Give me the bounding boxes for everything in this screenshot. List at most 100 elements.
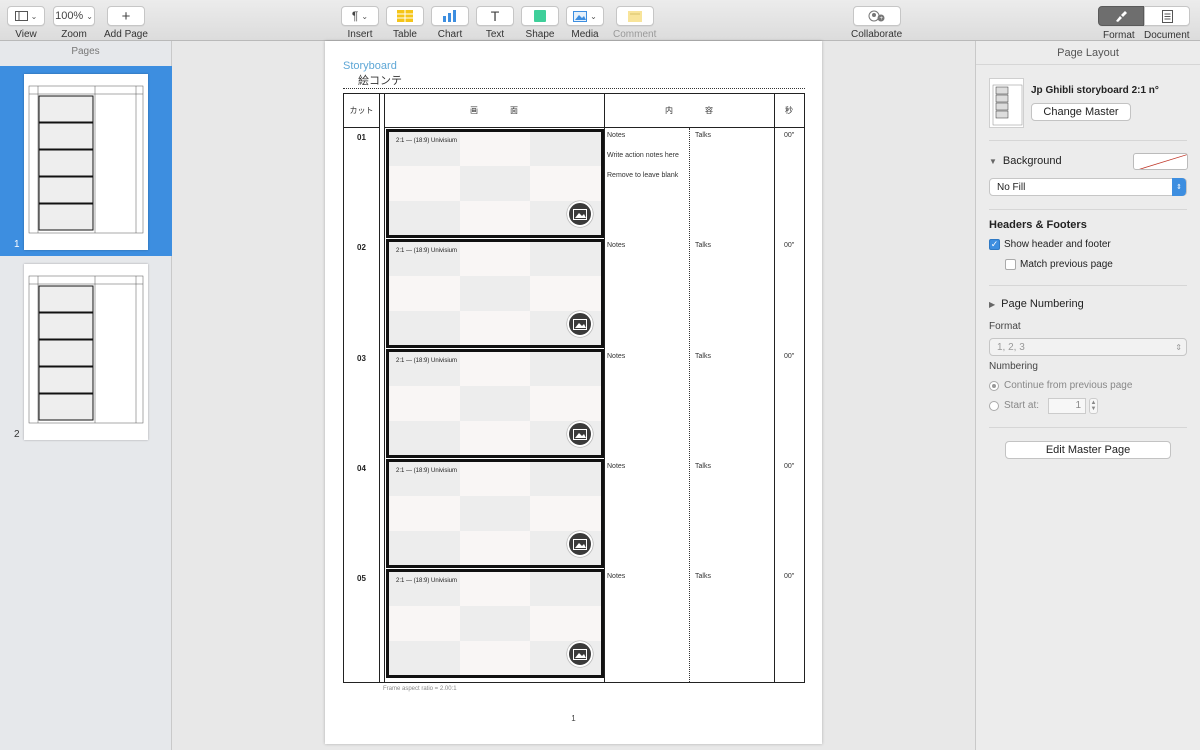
seconds-text[interactable]: 00″ xyxy=(784,463,794,470)
chart-control[interactable]: Chart xyxy=(431,6,469,40)
background-color-well[interactable] xyxy=(1133,153,1188,170)
collaborate-button[interactable]: + xyxy=(852,6,901,26)
disclosure-triangle-icon: ▼ xyxy=(989,156,997,166)
format-label: Format xyxy=(989,321,1021,332)
divider xyxy=(989,285,1187,286)
image-placeholder-icon[interactable] xyxy=(567,201,593,227)
number-format-value: 1, 2, 3 xyxy=(997,341,1025,353)
add-page-label: Add Page xyxy=(104,29,148,40)
start-at-input[interactable]: 1 xyxy=(1048,398,1086,414)
seconds-text[interactable]: 00″ xyxy=(784,132,794,139)
background-section[interactable]: ▼ Background xyxy=(989,155,1062,167)
talks-text[interactable]: Talks xyxy=(695,463,711,470)
add-page-button[interactable]: + xyxy=(106,6,145,26)
page-thumbnail-2[interactable]: 2 xyxy=(0,256,172,446)
select-arrows-icon: ⇕ xyxy=(1172,178,1186,196)
frame-placeholder[interactable]: 2:1 — (18:9) Univisium xyxy=(386,129,604,238)
background-fill-select[interactable]: No Fill ⇕ xyxy=(989,178,1187,196)
inspector-toggle xyxy=(1098,6,1190,26)
match-previous-checkbox[interactable]: Match previous page xyxy=(1005,259,1113,270)
toolbar: ⌄ View 100% ⌄ Zoom + Add Page ¶ ⌄ Insert T… xyxy=(0,0,1200,41)
chart-button[interactable] xyxy=(431,6,469,26)
zoom-select[interactable]: 100% ⌄ xyxy=(53,6,95,26)
frame-placeholder[interactable]: 2:1 — (18:9) Univisium xyxy=(386,349,604,458)
page-thumbnail-1[interactable]: 1 xyxy=(0,66,172,256)
page-numbering-section[interactable]: ▶ Page Numbering xyxy=(989,298,1084,310)
text-icon: T xyxy=(490,8,500,24)
add-page-control[interactable]: + Add Page xyxy=(104,6,148,40)
format-label: Format xyxy=(1103,30,1135,41)
notes-text[interactable]: Remove to leave blank xyxy=(607,172,678,179)
image-placeholder-icon[interactable] xyxy=(567,311,593,337)
zoom-label: Zoom xyxy=(61,29,87,40)
start-at-stepper[interactable]: ▲ ▼ xyxy=(1089,398,1098,414)
format-button[interactable] xyxy=(1098,6,1144,26)
comment-button[interactable] xyxy=(615,6,654,26)
storyboard-subtitle[interactable]: 絵コンテ xyxy=(358,72,402,88)
change-master-button[interactable]: Change Master xyxy=(1031,103,1131,121)
notes-text[interactable]: Notes xyxy=(607,353,625,360)
storyboard-table[interactable]: カット 画 面 内 容 秒 01 2:1 — (18:9) Univisium … xyxy=(343,93,805,683)
edit-master-page-button[interactable]: Edit Master Page xyxy=(1005,441,1171,459)
page-thumbnail-image xyxy=(24,74,148,250)
seconds-text[interactable]: 00″ xyxy=(784,353,794,360)
talks-text[interactable]: Talks xyxy=(695,132,711,139)
image-placeholder-icon[interactable] xyxy=(567,641,593,667)
shape-button[interactable] xyxy=(521,6,559,26)
seconds-text[interactable]: 00″ xyxy=(784,242,794,249)
cut-number: 04 xyxy=(357,464,366,473)
continue-radio[interactable]: Continue from previous page xyxy=(989,380,1132,391)
paragraph-icon: ¶ xyxy=(351,9,359,23)
frame-label: 2:1 — (18:9) Univisium xyxy=(396,358,458,364)
storyboard-title[interactable]: Storyboard xyxy=(343,60,397,72)
view-button[interactable]: ⌄ xyxy=(7,6,45,26)
cut-number: 05 xyxy=(357,574,366,583)
document-canvas: Storyboard 絵コンテ カット 画 面 内 容 秒 01 2:1 — (… xyxy=(173,41,975,750)
shape-control[interactable]: Shape xyxy=(521,6,559,40)
media-label: Media xyxy=(571,29,599,40)
media-control[interactable]: ⌄ Media xyxy=(566,6,604,40)
table-button[interactable] xyxy=(386,6,424,26)
notes-text[interactable]: Write action notes here xyxy=(607,152,679,159)
talks-text[interactable]: Talks xyxy=(695,353,711,360)
document-page[interactable]: Storyboard 絵コンテ カット 画 面 内 容 秒 01 2:1 — (… xyxy=(325,41,822,744)
frame-placeholder[interactable]: 2:1 — (18:9) Univisium xyxy=(386,569,604,678)
start-at-label: Start at: xyxy=(1004,400,1040,411)
comment-control[interactable]: Comment xyxy=(613,6,656,40)
view-control[interactable]: ⌄ View xyxy=(7,6,45,40)
page-number-1: 1 xyxy=(14,239,20,250)
frame-placeholder[interactable]: 2:1 — (18:9) Univisium xyxy=(386,239,604,348)
start-at-radio[interactable]: Start at: xyxy=(989,400,1039,411)
talks-text[interactable]: Talks xyxy=(695,242,711,249)
match-previous-label: Match previous page xyxy=(1020,259,1113,270)
table-control[interactable]: Table xyxy=(386,6,424,40)
show-header-footer-checkbox[interactable]: ✓ Show header and footer xyxy=(989,239,1111,250)
image-placeholder-icon[interactable] xyxy=(567,531,593,557)
collaborate-control[interactable]: + Collaborate xyxy=(851,6,902,40)
document-button[interactable] xyxy=(1144,6,1190,26)
text-button[interactable]: T xyxy=(476,6,514,26)
frame-placeholder[interactable]: 2:1 — (18:9) Univisium xyxy=(386,459,604,568)
cut-number: 01 xyxy=(357,133,366,142)
notes-text[interactable]: Notes xyxy=(607,463,625,470)
number-format-select[interactable]: 1, 2, 3 ⇕ xyxy=(989,338,1187,356)
header-cut: カット xyxy=(344,94,379,128)
frame-ratio-footnote: Frame aspect ratio = 2.00:1 xyxy=(383,686,457,692)
format-brush-icon xyxy=(1116,11,1127,22)
seconds-text[interactable]: 00″ xyxy=(784,573,794,580)
talks-text[interactable]: Talks xyxy=(695,573,711,580)
notes-text[interactable]: Notes xyxy=(607,242,625,249)
text-control[interactable]: T Text xyxy=(476,6,514,40)
notes-text[interactable]: Notes xyxy=(607,573,625,580)
insert-button[interactable]: ¶ ⌄ xyxy=(341,6,379,26)
image-placeholder-icon[interactable] xyxy=(567,421,593,447)
checkmark-icon: ✓ xyxy=(989,239,1000,250)
zoom-control[interactable]: 100% ⌄ Zoom xyxy=(53,6,95,40)
view-label: View xyxy=(15,29,37,40)
insert-control[interactable]: ¶ ⌄ Insert xyxy=(341,6,379,40)
page-thumbnail-image xyxy=(24,264,148,440)
media-button[interactable]: ⌄ xyxy=(566,6,604,26)
document-icon xyxy=(1161,9,1173,23)
header-screen: 画 面 xyxy=(384,94,604,128)
notes-text[interactable]: Notes xyxy=(607,132,625,139)
